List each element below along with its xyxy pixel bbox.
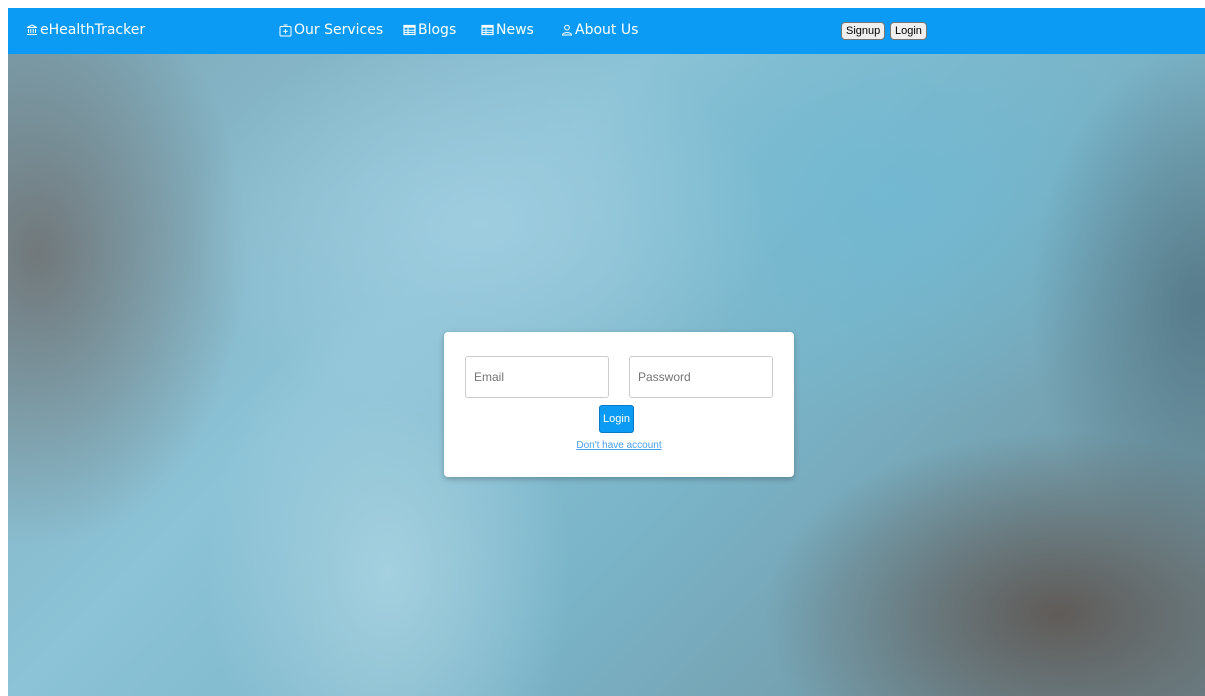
nav-about-us-label: About Us bbox=[575, 22, 639, 38]
no-account-link[interactable]: Don't have account bbox=[444, 439, 794, 452]
nav-blogs[interactable]: Blogs bbox=[403, 21, 456, 39]
brand-link[interactable]: eHealthTracker bbox=[26, 21, 145, 39]
nav-news[interactable]: News bbox=[481, 21, 534, 39]
table-icon bbox=[403, 24, 416, 36]
brand-label: eHealthTracker bbox=[40, 22, 146, 38]
page: eHealthTracker Our Services Blogs News A… bbox=[8, 8, 1205, 696]
plus-square-icon bbox=[279, 24, 292, 36]
password-field[interactable] bbox=[629, 356, 773, 398]
nav-our-services[interactable]: Our Services bbox=[279, 21, 383, 39]
person-icon bbox=[561, 24, 573, 36]
nav-our-services-label: Our Services bbox=[294, 22, 384, 38]
nav-news-label: News bbox=[496, 22, 534, 38]
signup-button[interactable]: Signup bbox=[841, 22, 886, 40]
nav-blogs-label: Blogs bbox=[418, 22, 457, 38]
login-card: Login Don't have account bbox=[444, 332, 794, 477]
navbar: eHealthTracker Our Services Blogs News A… bbox=[8, 8, 1205, 54]
table-icon bbox=[481, 24, 494, 36]
navbar-login-button[interactable]: Login bbox=[890, 22, 927, 40]
nav-about-us[interactable]: About Us bbox=[561, 21, 638, 39]
login-submit-button[interactable]: Login bbox=[599, 405, 634, 433]
bank-icon bbox=[26, 24, 38, 35]
email-field[interactable] bbox=[465, 356, 609, 398]
